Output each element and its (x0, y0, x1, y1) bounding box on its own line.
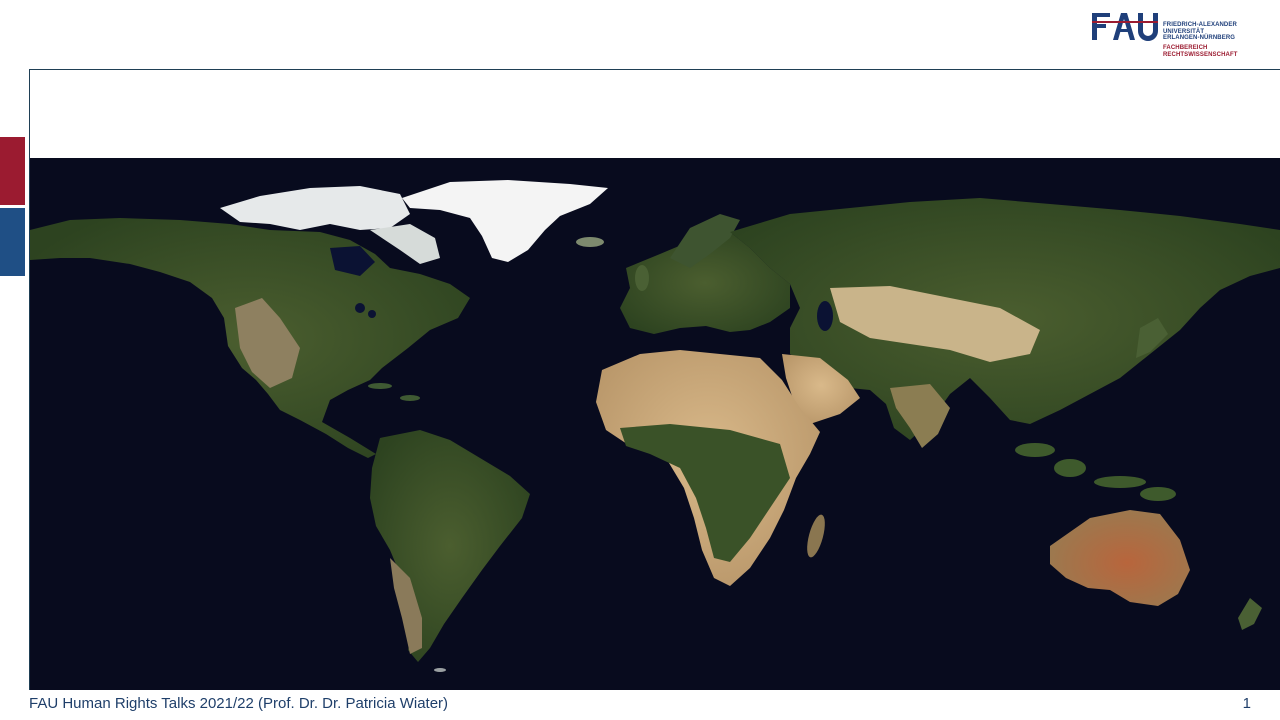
faculty-name: FACHBEREICH RECHTSWISSENSCHAFT (1163, 45, 1237, 58)
faculty-name-line-1: FACHBEREICH (1163, 45, 1208, 51)
fau-logo-mark (1092, 13, 1158, 41)
accent-bar-blue (0, 208, 25, 276)
fau-logo: FRIEDRICH-ALEXANDER UNIVERSITÄT ERLANGEN… (1092, 11, 1242, 59)
accent-bar-red (0, 137, 25, 205)
university-name-line-3: ERLANGEN-NÜRNBERG (1163, 35, 1236, 42)
page-number: 1 (1242, 695, 1251, 712)
faculty-name-line-2: RECHTSWISSENSCHAFT (1163, 51, 1238, 58)
university-name-line-1: FRIEDRICH-ALEXANDER (1163, 22, 1237, 28)
footer-text: FAU Human Rights Talks 2021/22 (Prof. Dr… (29, 695, 449, 712)
world-map-image (30, 158, 1280, 690)
university-name: FRIEDRICH-ALEXANDER UNIVERSITÄT ERLANGEN… (1163, 22, 1237, 42)
